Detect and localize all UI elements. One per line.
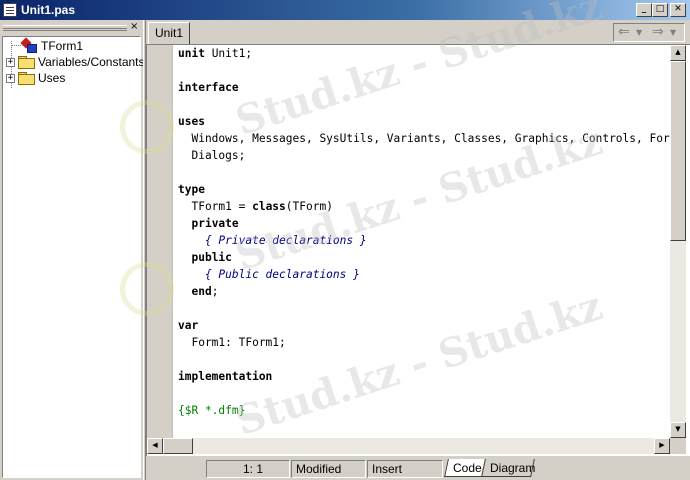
- code-line[interactable]: end;: [178, 285, 218, 302]
- forward-arrow-icon[interactable]: ⇒: [652, 24, 664, 40]
- code-line[interactable]: interface: [178, 81, 239, 98]
- code-line[interactable]: {$R *.dfm}: [178, 404, 245, 421]
- code-line[interactable]: uses: [178, 115, 205, 132]
- editor-status-bar: 1: 1 Modified Insert Code Diagram: [146, 456, 690, 480]
- tree-item-label: Uses: [38, 71, 66, 85]
- tab-unit1[interactable]: Unit1: [148, 22, 190, 44]
- code-token: ;: [211, 285, 219, 298]
- vertical-scroll-thumb[interactable]: [670, 61, 686, 241]
- scroll-right-icon[interactable]: ▶: [654, 438, 670, 454]
- code-line[interactable]: public: [178, 251, 232, 268]
- dock-grip[interactable]: [3, 25, 127, 31]
- tab-diagram[interactable]: Diagram: [481, 459, 535, 477]
- code-line[interactable]: var: [178, 319, 198, 336]
- code-keyword: private: [191, 217, 239, 230]
- code-explorer-tree[interactable]: TForm1 + Variables/Constants + Uses: [2, 36, 145, 478]
- code-line[interactable]: Windows, Messages, SysUtils, Variants, C…: [178, 132, 672, 149]
- explorer-header: ×: [3, 21, 141, 33]
- code-keyword: interface: [178, 81, 239, 94]
- expand-icon[interactable]: +: [6, 57, 15, 67]
- code-line[interactable]: { Public declarations }: [178, 268, 360, 285]
- tree-item-label: TForm1: [41, 39, 83, 53]
- code-comment: { Public declarations }: [178, 268, 360, 281]
- code-keyword: unit: [178, 47, 205, 60]
- back-dropdown-icon[interactable]: ▼: [636, 28, 642, 37]
- editor-gutter[interactable]: [147, 45, 173, 439]
- code-keyword: type: [178, 183, 205, 196]
- code-line[interactable]: unit Unit1;: [178, 47, 252, 64]
- code-token: Form1: TForm1;: [178, 336, 286, 349]
- code-keyword: end: [191, 285, 212, 298]
- code-editor[interactable]: unit Unit1; interface uses Windows, Messag…: [146, 44, 690, 456]
- code-text-area[interactable]: unit Unit1; interface uses Windows, Messag…: [178, 47, 672, 439]
- code-keyword: var: [178, 319, 199, 332]
- scroll-left-icon[interactable]: ◀: [147, 438, 163, 454]
- navigation-buttons: ⇐ ▼ ⇒ ▼: [613, 23, 685, 42]
- code-token: Windows, Messages, SysUtils, Variants, C…: [178, 132, 672, 145]
- cursor-position: 1: 1: [206, 460, 290, 478]
- code-token: TForm1 =: [178, 200, 253, 213]
- form-class-icon: [20, 37, 38, 54]
- code-line[interactable]: Dialogs;: [178, 149, 245, 166]
- window-title-bar[interactable]: Unit1.pas _ □ ✕: [0, 0, 690, 20]
- code-keyword: uses: [178, 115, 205, 128]
- vertical-scrollbar[interactable]: ▲ ▼: [670, 45, 686, 438]
- code-line[interactable]: implementation: [178, 370, 272, 387]
- document-icon: [3, 3, 17, 17]
- scroll-up-icon[interactable]: ▲: [670, 45, 686, 61]
- code-token: Unit1;: [204, 47, 253, 60]
- horizontal-scrollbar[interactable]: ◀ ▶: [147, 438, 670, 454]
- code-token: Dialogs;: [178, 149, 246, 162]
- tab-code[interactable]: Code: [444, 459, 486, 477]
- code-line[interactable]: private: [178, 217, 239, 234]
- scroll-down-icon[interactable]: ▼: [670, 422, 686, 438]
- code-token: (TForm): [285, 200, 333, 213]
- code-comment: { Private declarations }: [178, 234, 367, 247]
- folder-icon: [18, 56, 35, 69]
- scrollbar-corner: [670, 438, 686, 454]
- tree-item-uses[interactable]: + Uses: [6, 70, 65, 86]
- modified-status: Modified: [291, 460, 366, 478]
- minimize-button[interactable]: _: [636, 3, 652, 17]
- insert-mode-status: Insert: [367, 460, 443, 478]
- code-keyword: implementation: [178, 370, 273, 383]
- horizontal-scroll-thumb[interactable]: [163, 438, 193, 454]
- expand-icon[interactable]: +: [6, 73, 15, 83]
- tree-item-tform1[interactable]: TForm1: [20, 37, 83, 54]
- code-keyword: public: [191, 251, 232, 264]
- code-explorer-pane: × TForm1 + Variables/Constants + Uses: [0, 20, 145, 480]
- tab-code-label: Code: [453, 461, 482, 475]
- code-line[interactable]: TForm1 = class(TForm): [178, 200, 333, 217]
- tree-item-label: Variables/Constants: [38, 55, 145, 69]
- maximize-button[interactable]: □: [652, 3, 668, 17]
- code-keyword: class: [252, 200, 286, 213]
- back-arrow-icon[interactable]: ⇐: [618, 24, 630, 40]
- code-line[interactable]: { Private declarations }: [178, 234, 367, 251]
- window-title: Unit1.pas: [21, 3, 76, 17]
- forward-dropdown-icon[interactable]: ▼: [670, 28, 676, 37]
- code-line[interactable]: Form1: TForm1;: [178, 336, 286, 353]
- explorer-close-icon[interactable]: ×: [130, 21, 138, 32]
- code-directive: {$R *.dfm}: [178, 404, 246, 417]
- editor-tab-bar: Unit1 ⇐ ▼ ⇒ ▼: [146, 20, 690, 44]
- tab-diagram-label: Diagram: [490, 461, 536, 475]
- close-button[interactable]: ✕: [670, 3, 686, 17]
- folder-icon: [18, 72, 35, 85]
- code-line[interactable]: type: [178, 183, 205, 200]
- tree-item-variables-constants[interactable]: + Variables/Constants: [6, 54, 145, 70]
